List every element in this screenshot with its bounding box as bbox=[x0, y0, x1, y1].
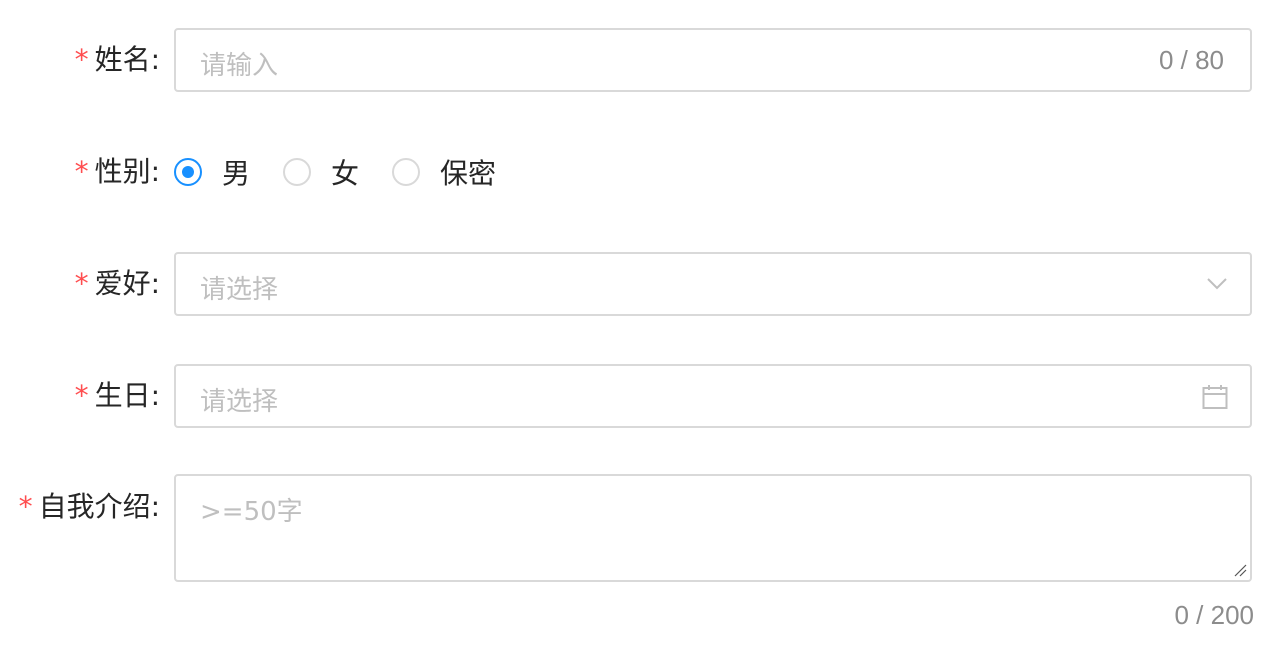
gender-option-label[interactable]: 男 bbox=[222, 152, 250, 192]
calendar-icon[interactable] bbox=[1202, 384, 1228, 410]
intro-label-text: 自我介绍: bbox=[38, 490, 160, 523]
gender-radio-male[interactable]: 男 bbox=[174, 152, 250, 192]
gender-radio-group: 男 女 保密 bbox=[174, 154, 529, 190]
name-input[interactable]: 请输入 0 / 80 bbox=[174, 28, 1252, 92]
hobby-label-text: 爱好: bbox=[94, 267, 160, 300]
hobby-label: * 爱好: bbox=[75, 266, 160, 302]
gender-radio-female[interactable]: 女 bbox=[283, 152, 359, 192]
required-mark: * bbox=[74, 379, 89, 412]
gender-label-text: 性别: bbox=[94, 155, 160, 188]
hobby-placeholder: 请选择 bbox=[200, 275, 279, 305]
resize-handle-icon[interactable] bbox=[1233, 563, 1247, 577]
chevron-down-icon[interactable] bbox=[1206, 277, 1228, 291]
intro-textarea[interactable]: >=50字 bbox=[174, 474, 1252, 582]
birthday-label: * 生日: bbox=[75, 378, 160, 414]
radio-unchecked-icon[interactable] bbox=[392, 158, 421, 186]
required-mark: * bbox=[74, 267, 89, 300]
gender-option-label[interactable]: 女 bbox=[331, 152, 359, 192]
birthday-placeholder: 请选择 bbox=[200, 387, 279, 417]
gender-option-label[interactable]: 保密 bbox=[440, 152, 496, 192]
required-mark: * bbox=[74, 155, 89, 188]
required-mark: * bbox=[74, 43, 89, 76]
intro-label: * 自我介绍: bbox=[19, 489, 160, 525]
name-label-text: 姓名: bbox=[94, 43, 160, 76]
name-label: * 姓名: bbox=[75, 42, 160, 78]
birthday-date-picker[interactable]: 请选择 bbox=[174, 364, 1252, 428]
required-mark: * bbox=[18, 490, 33, 523]
hobby-select[interactable]: 请选择 bbox=[174, 252, 1252, 316]
gender-label: * 性别: bbox=[75, 154, 160, 190]
gender-radio-secret[interactable]: 保密 bbox=[392, 152, 496, 192]
radio-unchecked-icon[interactable] bbox=[283, 158, 312, 186]
intro-placeholder: >=50字 bbox=[200, 497, 303, 527]
radio-checked-icon[interactable] bbox=[174, 158, 202, 186]
name-placeholder: 请输入 bbox=[200, 51, 279, 81]
name-char-counter: 0 / 80 bbox=[1158, 45, 1224, 75]
intro-char-counter: 0 / 200 bbox=[1174, 600, 1254, 630]
birthday-label-text: 生日: bbox=[94, 379, 160, 412]
